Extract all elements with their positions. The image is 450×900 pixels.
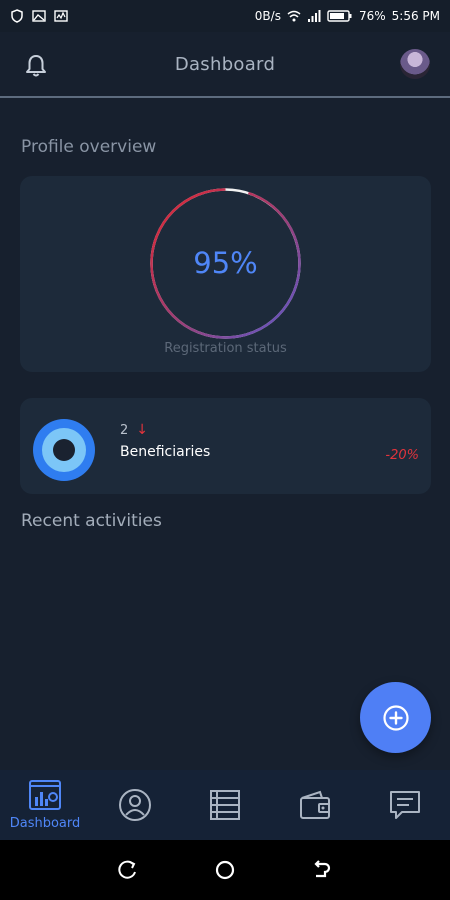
avatar[interactable] xyxy=(400,49,430,79)
clock: 5:56 PM xyxy=(391,9,440,23)
recent-apps-icon[interactable] xyxy=(117,859,139,881)
beneficiaries-label: Beneficiaries xyxy=(120,444,211,460)
image-notification-icon xyxy=(32,10,46,22)
signal-icon xyxy=(307,10,321,22)
nav-item-chat[interactable] xyxy=(360,770,450,840)
nav-label-dashboard: Dashboard xyxy=(9,816,81,831)
page-title: Dashboard xyxy=(174,53,276,75)
activity-icon xyxy=(54,10,68,22)
battery-icon xyxy=(327,10,352,22)
beneficiaries-change: -20% xyxy=(385,448,419,463)
add-button[interactable] xyxy=(360,682,431,753)
app-bar: Dashboard xyxy=(0,32,450,98)
chat-icon xyxy=(390,791,420,819)
wifi-icon xyxy=(287,10,301,22)
registration-percent: 95% xyxy=(193,246,258,280)
dashboard-icon xyxy=(29,780,61,810)
net-speed: 0B/s xyxy=(254,9,281,23)
nav-item-profile[interactable] xyxy=(90,770,180,840)
shield-icon xyxy=(11,9,23,23)
beneficiaries-count: 2 xyxy=(120,422,129,438)
donut-chart-icon xyxy=(33,419,95,481)
status-bar: 0B/s 76% 5:56 PM xyxy=(0,0,450,32)
back-icon[interactable] xyxy=(311,859,333,881)
bottom-navigation: Dashboard xyxy=(0,770,450,840)
profile-icon xyxy=(119,789,151,821)
home-icon[interactable] xyxy=(214,859,236,881)
nav-item-wallet[interactable] xyxy=(270,770,360,840)
beneficiaries-count-row: 2 ↓ xyxy=(120,422,148,438)
wallet-icon xyxy=(300,790,330,819)
battery-percent: 76% xyxy=(358,9,386,23)
arrow-down-icon: ↓ xyxy=(136,422,149,438)
nav-item-dashboard[interactable]: Dashboard xyxy=(0,770,90,840)
plus-circle-icon xyxy=(382,704,409,731)
system-navigation-bar xyxy=(0,840,450,900)
list-icon xyxy=(210,790,240,820)
registration-status-caption: Registration status xyxy=(164,341,287,356)
recent-activities-heading: Recent activities xyxy=(21,511,162,531)
status-right: 0B/s 76% 5:56 PM xyxy=(255,9,440,23)
status-left-icons xyxy=(10,9,68,23)
registration-status-card[interactable]: 95% Registration status xyxy=(20,176,431,372)
nav-item-list[interactable] xyxy=(180,770,270,840)
bell-icon[interactable] xyxy=(22,52,50,80)
beneficiaries-card[interactable]: 2 ↓ Beneficiaries -20% xyxy=(20,398,431,494)
profile-overview-heading: Profile overview xyxy=(21,137,157,157)
